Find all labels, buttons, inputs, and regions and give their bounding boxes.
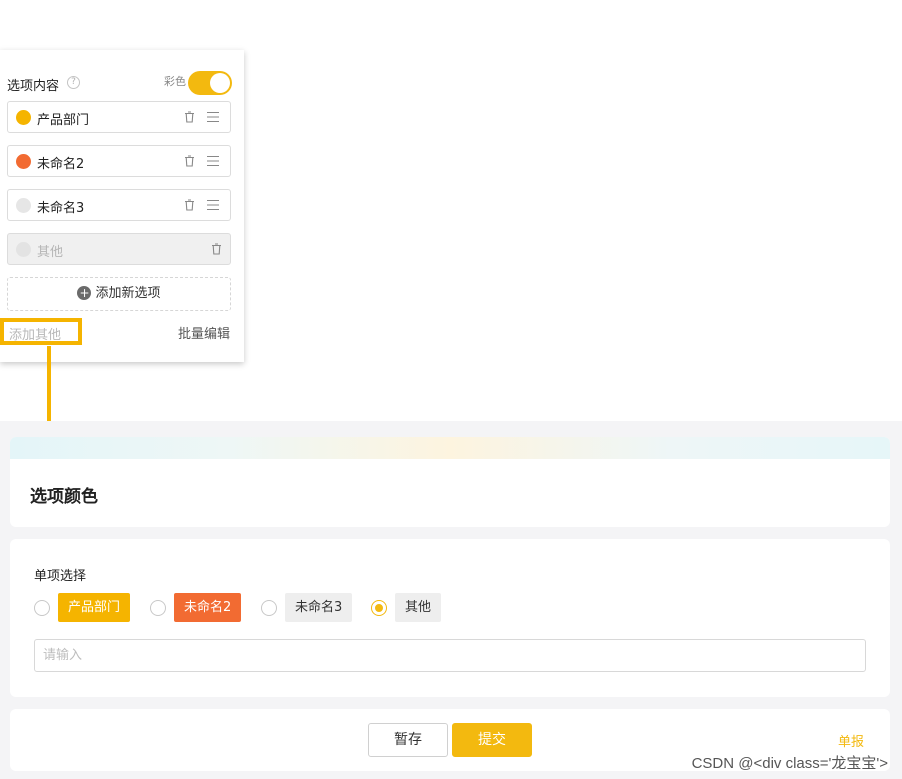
- choice-tag[interactable]: 产品部门: [58, 593, 131, 622]
- trash-icon[interactable]: [184, 199, 195, 211]
- option-label[interactable]: 产品部门: [37, 109, 89, 128]
- option-label: 其他: [37, 245, 64, 260]
- toggle-knob: [210, 73, 230, 93]
- editor-header: 选项内容 ? 彩色: [7, 71, 232, 95]
- trash-icon[interactable]: [184, 111, 195, 123]
- trash-icon[interactable]: [184, 155, 195, 167]
- radio-button[interactable]: [150, 600, 166, 616]
- question-card: 单项选择 产品部门 未命名2 未命名3 其他: [10, 539, 890, 697]
- drag-handle-icon[interactable]: [207, 111, 219, 123]
- form-header-card: 选项颜色: [10, 437, 890, 527]
- question-circle-icon[interactable]: ?: [67, 76, 80, 89]
- drag-handle-icon[interactable]: [207, 199, 219, 211]
- option-editor-panel: 选项内容 ? 彩色 产品部门 未命名2 未命名3 其他 + 添加新选项 添加其他…: [0, 50, 244, 362]
- option-label[interactable]: 未命名3: [37, 197, 84, 216]
- radio-button[interactable]: [34, 600, 50, 616]
- save-draft-button[interactable]: 暂存: [368, 723, 448, 757]
- watermark: CSDN @<div class='龙宝宝'>: [691, 755, 888, 772]
- color-toggle[interactable]: [188, 71, 232, 95]
- add-option-button[interactable]: + 添加新选项: [7, 277, 231, 311]
- option-row[interactable]: 未命名3: [7, 189, 231, 221]
- report-link[interactable]: 单报: [838, 731, 864, 750]
- add-other-button[interactable]: 添加其他: [0, 318, 82, 345]
- choice-tag[interactable]: 其他: [395, 593, 442, 622]
- add-other-label: 添加其他: [9, 328, 62, 343]
- option-color-dot[interactable]: [16, 110, 31, 125]
- option-color-dot[interactable]: [16, 154, 31, 169]
- plus-circle-icon: +: [77, 286, 92, 300]
- form-title: 选项颜色: [30, 487, 98, 507]
- drag-handle-icon[interactable]: [207, 155, 219, 167]
- batch-edit-link[interactable]: 批量编辑: [178, 323, 230, 342]
- option-label[interactable]: 未命名2: [37, 153, 84, 172]
- option-color-dot: [16, 242, 31, 257]
- trash-icon[interactable]: [211, 243, 222, 255]
- radio-button[interactable]: [261, 600, 277, 616]
- option-row[interactable]: 未命名2: [7, 145, 231, 177]
- color-toggle-label: 彩色: [164, 75, 186, 88]
- option-row-other: 其他: [7, 233, 231, 265]
- choice-tag[interactable]: 未命名2: [174, 593, 242, 622]
- question-label: 单项选择: [34, 569, 87, 584]
- header-gradient-band: [10, 437, 890, 459]
- option-color-dot[interactable]: [16, 198, 31, 213]
- add-option-label: 添加新选项: [95, 286, 161, 301]
- choice-tag[interactable]: 未命名3: [285, 593, 353, 622]
- option-row[interactable]: 产品部门: [7, 101, 231, 133]
- radio-button-checked[interactable]: [371, 600, 387, 616]
- editor-title: 选项内容: [7, 79, 60, 94]
- other-text-input[interactable]: [34, 639, 866, 672]
- submit-button[interactable]: 提交: [452, 723, 532, 757]
